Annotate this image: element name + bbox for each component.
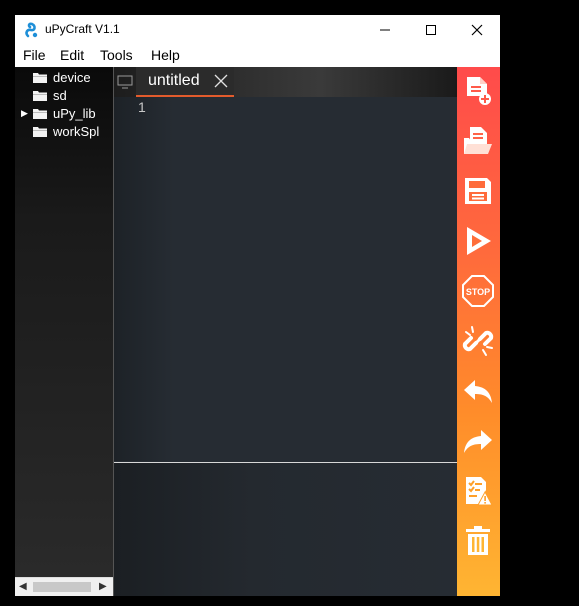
tab-untitled[interactable]: untitled [136, 67, 234, 97]
tree-item-label: uPy_lib [53, 105, 96, 121]
trash-icon [466, 526, 490, 555]
close-button[interactable] [454, 15, 500, 45]
minimize-icon [380, 29, 390, 31]
line-number: 1 [138, 99, 146, 115]
tree-item-workspace[interactable]: workSpl [21, 122, 99, 140]
run-icon [467, 227, 491, 255]
title-bar[interactable]: uPyCraft V1.1 [15, 15, 500, 45]
menu-bar: File Edit Tools Help [15, 45, 500, 67]
menu-file[interactable]: File [23, 47, 46, 63]
new-file-icon [467, 77, 491, 105]
redo-button[interactable] [461, 423, 495, 459]
tree-item-label: sd [53, 87, 67, 103]
folder-icon [33, 90, 47, 101]
menu-edit[interactable]: Edit [60, 47, 84, 63]
tree-item-upy-lib[interactable]: ▶ uPy_lib [21, 104, 96, 122]
stop-button[interactable]: STOP [461, 273, 495, 309]
file-tree-scrollbar[interactable]: ◀ ▶ [15, 577, 113, 596]
file-tree: device sd ▶ uPy_lib workSpl [15, 67, 113, 577]
menu-tools[interactable]: Tools [100, 47, 133, 63]
scroll-left-icon[interactable]: ◀ [19, 581, 27, 592]
window-title: uPyCraft V1.1 [45, 22, 120, 36]
app-window: uPyCraft V1.1 File Edit Tools Help devic… [15, 15, 500, 596]
undo-icon [464, 380, 492, 403]
tab-close-icon[interactable] [214, 74, 228, 88]
expand-arrow-icon[interactable]: ▶ [21, 108, 33, 119]
delete-button[interactable] [461, 523, 495, 559]
app-logo-icon [25, 22, 38, 38]
new-file-button[interactable] [461, 73, 495, 109]
editor-area: untitled 1 [113, 67, 458, 596]
tree-item-label: workSpl [53, 123, 100, 139]
tab-bar: untitled [114, 67, 458, 97]
tree-item-sd[interactable]: sd [21, 86, 67, 104]
save-icon [465, 178, 491, 204]
maximize-button[interactable] [408, 15, 454, 45]
tree-item-label: device [53, 69, 91, 85]
connect-link-icon [462, 326, 494, 356]
monitor-icon [117, 75, 133, 89]
code-editor[interactable]: 1 [114, 97, 458, 461]
action-toolbar: STOP [457, 67, 500, 596]
syntax-check-button[interactable] [461, 473, 495, 509]
svg-text:STOP: STOP [466, 287, 490, 297]
open-folder-icon [464, 127, 492, 154]
maximize-icon [426, 25, 436, 35]
save-button[interactable] [461, 173, 495, 209]
syntax-check-icon [466, 477, 493, 506]
run-button[interactable] [461, 223, 495, 259]
folder-icon [33, 126, 47, 137]
menu-help[interactable]: Help [151, 47, 180, 63]
undo-button[interactable] [461, 373, 495, 409]
tree-item-device[interactable]: device [21, 68, 91, 86]
stop-icon: STOP [462, 275, 494, 307]
redo-icon [464, 430, 492, 453]
close-icon [471, 24, 483, 36]
tab-label: untitled [148, 72, 200, 89]
folder-icon [33, 108, 47, 119]
open-file-button[interactable] [461, 123, 495, 159]
scroll-right-icon[interactable]: ▶ [99, 581, 107, 592]
folder-icon [33, 72, 47, 83]
minimize-button[interactable] [362, 15, 408, 45]
connect-button[interactable] [461, 323, 495, 359]
scrollbar-thumb[interactable] [33, 582, 91, 592]
terminal-pane[interactable] [114, 463, 458, 596]
